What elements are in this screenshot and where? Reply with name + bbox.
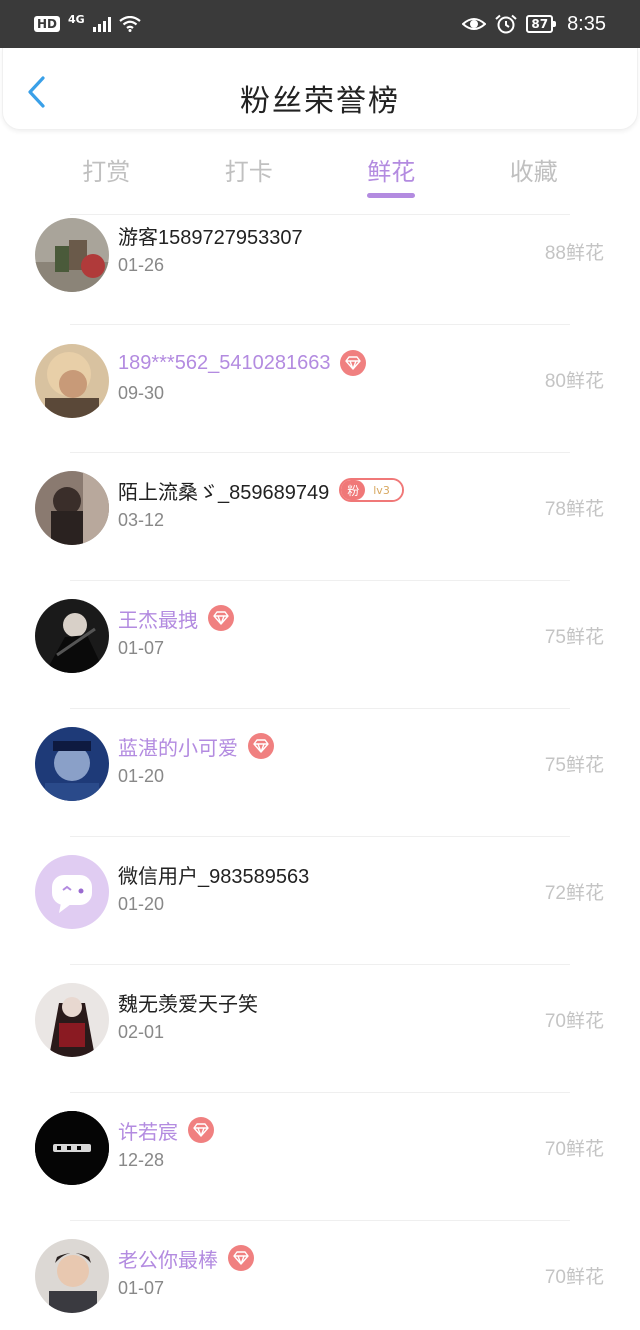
avatar: [35, 218, 109, 292]
list-item[interactable]: 王杰最拽 01-07 75鲜花: [0, 580, 640, 708]
date: 01-07: [118, 638, 165, 658]
list-item[interactable]: 老公你最棒 01-07 70鲜花: [0, 1220, 640, 1330]
list-item[interactable]: 陌上流桑ゞ_859689749 粉 lv3 03-12 78鲜花: [0, 452, 640, 580]
fan-badge-label: 粉: [341, 480, 366, 500]
name-line: 许若宸: [118, 1115, 214, 1145]
user-name: 王杰最拽: [118, 609, 198, 632]
flower-count: 72鲜花: [544, 883, 604, 904]
flower-count: 80鲜花: [544, 371, 604, 392]
flower-count: 78鲜花: [544, 499, 604, 520]
avatar: [35, 599, 109, 673]
divider: [70, 452, 570, 453]
fan-level-badge: 粉 lv3: [339, 478, 404, 502]
avatar: [35, 344, 109, 418]
list-item[interactable]: 魏无羡爱天子笑 02-01 70鲜花: [0, 964, 640, 1092]
battery-indicator: 87: [526, 15, 556, 33]
page-title: 粉丝荣誉榜: [240, 84, 400, 119]
divider: [70, 836, 570, 837]
network-type: 4G: [68, 12, 85, 26]
tab-flowers[interactable]: 鲜花: [321, 140, 461, 200]
user-name: 魏无羡爱天子笑: [118, 993, 258, 1016]
list-item[interactable]: 蓝湛的小可爱 01-20 75鲜花: [0, 708, 640, 836]
name-line: 游客1589727953307: [118, 220, 303, 250]
name-line: 189***562_5410281663: [118, 348, 367, 378]
diamond-badge-icon: [248, 733, 274, 759]
tab-tipping[interactable]: 打赏: [36, 140, 176, 200]
header: 粉丝荣誉榜: [2, 48, 638, 130]
date: 01-07: [118, 1278, 165, 1298]
diamond-badge-icon: [228, 1245, 254, 1271]
list-item[interactable]: 许若宸 12-28 70鲜花: [0, 1092, 640, 1220]
flower-count: 70鲜花: [544, 1139, 604, 1160]
user-name: 老公你最棒: [118, 1249, 218, 1272]
avatar-photo: [35, 471, 109, 545]
list-item[interactable]: 189***562_5410281663 09-30 80鲜花: [0, 324, 640, 452]
flower-count: 70鲜花: [544, 1267, 604, 1288]
signal-icon: [92, 16, 111, 32]
name-line: 老公你最棒: [118, 1243, 254, 1273]
avatar-photo: [35, 983, 109, 1057]
divider: [70, 708, 570, 709]
divider: [70, 1220, 570, 1221]
name-line: 微信用户_983589563: [118, 859, 309, 889]
name-line: 蓝湛的小可爱: [118, 731, 274, 761]
diamond-badge-icon: [208, 605, 234, 631]
date: 12-28: [118, 1150, 165, 1170]
divider: [70, 324, 570, 325]
tab-favorites[interactable]: 收藏: [464, 140, 604, 200]
avatar-photo: [35, 599, 109, 673]
name-line: 王杰最拽: [118, 603, 234, 633]
date: 09-30: [118, 383, 165, 403]
avatar: [35, 983, 109, 1057]
date: 01-20: [118, 766, 165, 786]
list-item[interactable]: 游客1589727953307 01-26 88鲜花: [0, 212, 640, 336]
wifi-icon: [119, 16, 141, 32]
date: 03-12: [118, 510, 165, 530]
avatar: [35, 727, 109, 801]
chat-bubble-icon: [52, 875, 92, 913]
alarm-icon: [495, 14, 518, 34]
date: 01-26: [118, 255, 165, 275]
avatar: [35, 1111, 109, 1185]
status-right: 87 8:35: [462, 13, 606, 36]
tab-checkin[interactable]: 打卡: [179, 140, 319, 200]
list-item[interactable]: 微信用户_983589563 01-20 72鲜花: [0, 836, 640, 964]
eye-icon: [462, 18, 487, 30]
diamond-badge-icon: [188, 1117, 214, 1143]
avatar: [35, 855, 109, 929]
clock: 8:35: [567, 12, 606, 35]
user-name: 蓝湛的小可爱: [118, 737, 238, 760]
divider: [70, 214, 570, 215]
divider: [70, 964, 570, 965]
name-line: 陌上流桑ゞ_859689749 粉 lv3: [118, 475, 404, 505]
avatar-photo: [35, 727, 109, 801]
fan-badge-level: lv3: [365, 480, 402, 500]
hd-badge: HD: [34, 16, 61, 32]
avatar: [35, 471, 109, 545]
avatar-photo: [35, 1239, 109, 1313]
avatar-photo: [35, 218, 109, 292]
user-name: 微信用户_983589563: [118, 865, 310, 888]
divider: [70, 1092, 570, 1093]
diamond-badge-icon: [340, 350, 367, 376]
divider: [70, 580, 570, 581]
avatar-photo: [35, 344, 109, 418]
flower-count: 75鲜花: [544, 755, 604, 776]
flower-count: 88鲜花: [544, 243, 604, 264]
user-name: 189***562_5410281663: [118, 351, 331, 374]
status-bar: HD 4G 87 8:35: [0, 0, 640, 48]
date: 02-01: [118, 1022, 165, 1042]
name-line: 魏无羡爱天子笑: [118, 987, 258, 1017]
flower-count: 70鲜花: [544, 1011, 604, 1032]
user-name: 许若宸: [118, 1121, 178, 1144]
fan-list: 游客1589727953307 01-26 88鲜花 189***562_541…: [0, 212, 640, 1330]
user-name: 游客1589727953307: [118, 226, 303, 249]
flower-count: 75鲜花: [544, 627, 604, 648]
avatar: [35, 1239, 109, 1313]
user-name: 陌上流桑ゞ_859689749: [118, 481, 330, 504]
status-left: HD 4G: [34, 12, 141, 32]
avatar-photo: [35, 1111, 109, 1185]
tab-bar: 打赏 打卡 鲜花 收藏: [0, 140, 640, 200]
date: 01-20: [118, 894, 165, 914]
